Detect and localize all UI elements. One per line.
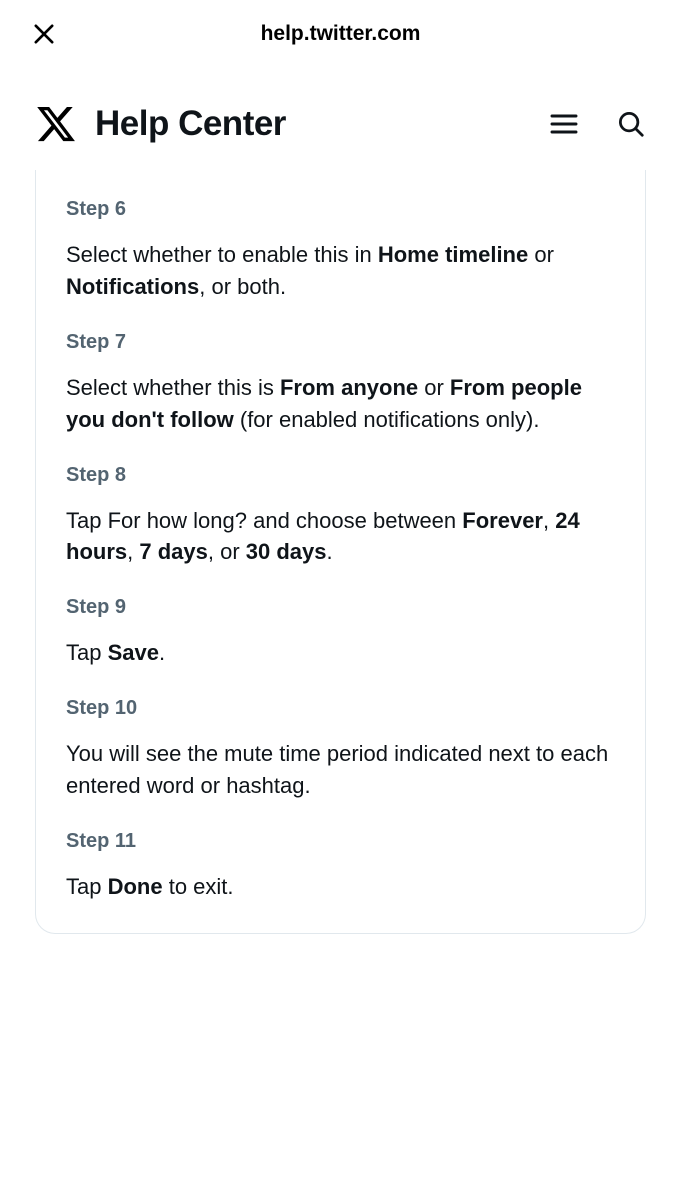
step: Step 6 Select whether to enable this in H… xyxy=(66,170,615,303)
step-body-text: , or xyxy=(208,539,246,564)
step-body-text: . xyxy=(159,640,165,665)
search-icon[interactable] xyxy=(616,109,646,139)
step-body-text: , xyxy=(543,508,555,533)
step-body-bold: Done xyxy=(108,874,163,899)
step: Step 10 You will see the mute time period… xyxy=(66,669,615,802)
step-body-bold: Notifications xyxy=(66,274,199,299)
step-body-text: to exit. xyxy=(163,874,234,899)
x-logo-icon[interactable] xyxy=(35,103,77,145)
step-body-text: . xyxy=(327,539,333,564)
page-title: Help Center xyxy=(95,104,530,144)
browser-top-bar: help.twitter.com xyxy=(0,0,681,68)
step-label: Step 11 xyxy=(66,830,615,853)
menu-icon[interactable] xyxy=(548,108,580,140)
steps-card: Step 6 Select whether to enable this in H… xyxy=(35,170,646,934)
step: Step 9 Tap Save. xyxy=(66,568,615,669)
step-body: Select whether this is From anyone or Fr… xyxy=(66,372,615,436)
step: Step 8 Tap For how long? and choose betwe… xyxy=(66,436,615,569)
step-body-text: Tap xyxy=(66,874,108,899)
step-body-bold: 7 days xyxy=(139,539,208,564)
step-body-text: (for enabled notifications only). xyxy=(234,407,540,432)
step: Step 7 Select whether this is From anyone… xyxy=(66,303,615,436)
step-body-text: Select whether to enable this in xyxy=(66,242,378,267)
step-body: Tap For how long? and choose between For… xyxy=(66,505,615,569)
step-body-text: , or both. xyxy=(199,274,286,299)
step-body-text: Select whether this is xyxy=(66,375,280,400)
step-body-bold: Save xyxy=(108,640,159,665)
step-body-text: Tap For how long? and choose between xyxy=(66,508,462,533)
step-body-text: You will see the mute time period indica… xyxy=(66,741,608,798)
step-body-bold: Home timeline xyxy=(378,242,528,267)
step-body-text: , xyxy=(127,539,139,564)
step-body: Select whether to enable this in Home ti… xyxy=(66,239,615,303)
step: Step 11 Tap Done to exit. xyxy=(66,802,615,903)
site-header: Help Center xyxy=(0,68,681,170)
step-body-text: or xyxy=(418,375,450,400)
step-label: Step 9 xyxy=(66,596,615,619)
step-body: Tap Save. xyxy=(66,637,615,669)
step-body: You will see the mute time period indica… xyxy=(66,738,615,802)
step-label: Step 6 xyxy=(66,198,615,221)
step-body-text: or xyxy=(528,242,554,267)
step-body-bold: From anyone xyxy=(280,375,418,400)
step-label: Step 8 xyxy=(66,464,615,487)
step-body-text: Tap xyxy=(66,640,108,665)
step-label: Step 10 xyxy=(66,697,615,720)
step-body-bold: Forever xyxy=(462,508,543,533)
step-label: Step 7 xyxy=(66,331,615,354)
step-body-bold: 30 days xyxy=(246,539,327,564)
browser-url: help.twitter.com xyxy=(261,22,421,46)
close-icon[interactable] xyxy=(30,20,58,48)
step-body: Tap Done to exit. xyxy=(66,871,615,903)
